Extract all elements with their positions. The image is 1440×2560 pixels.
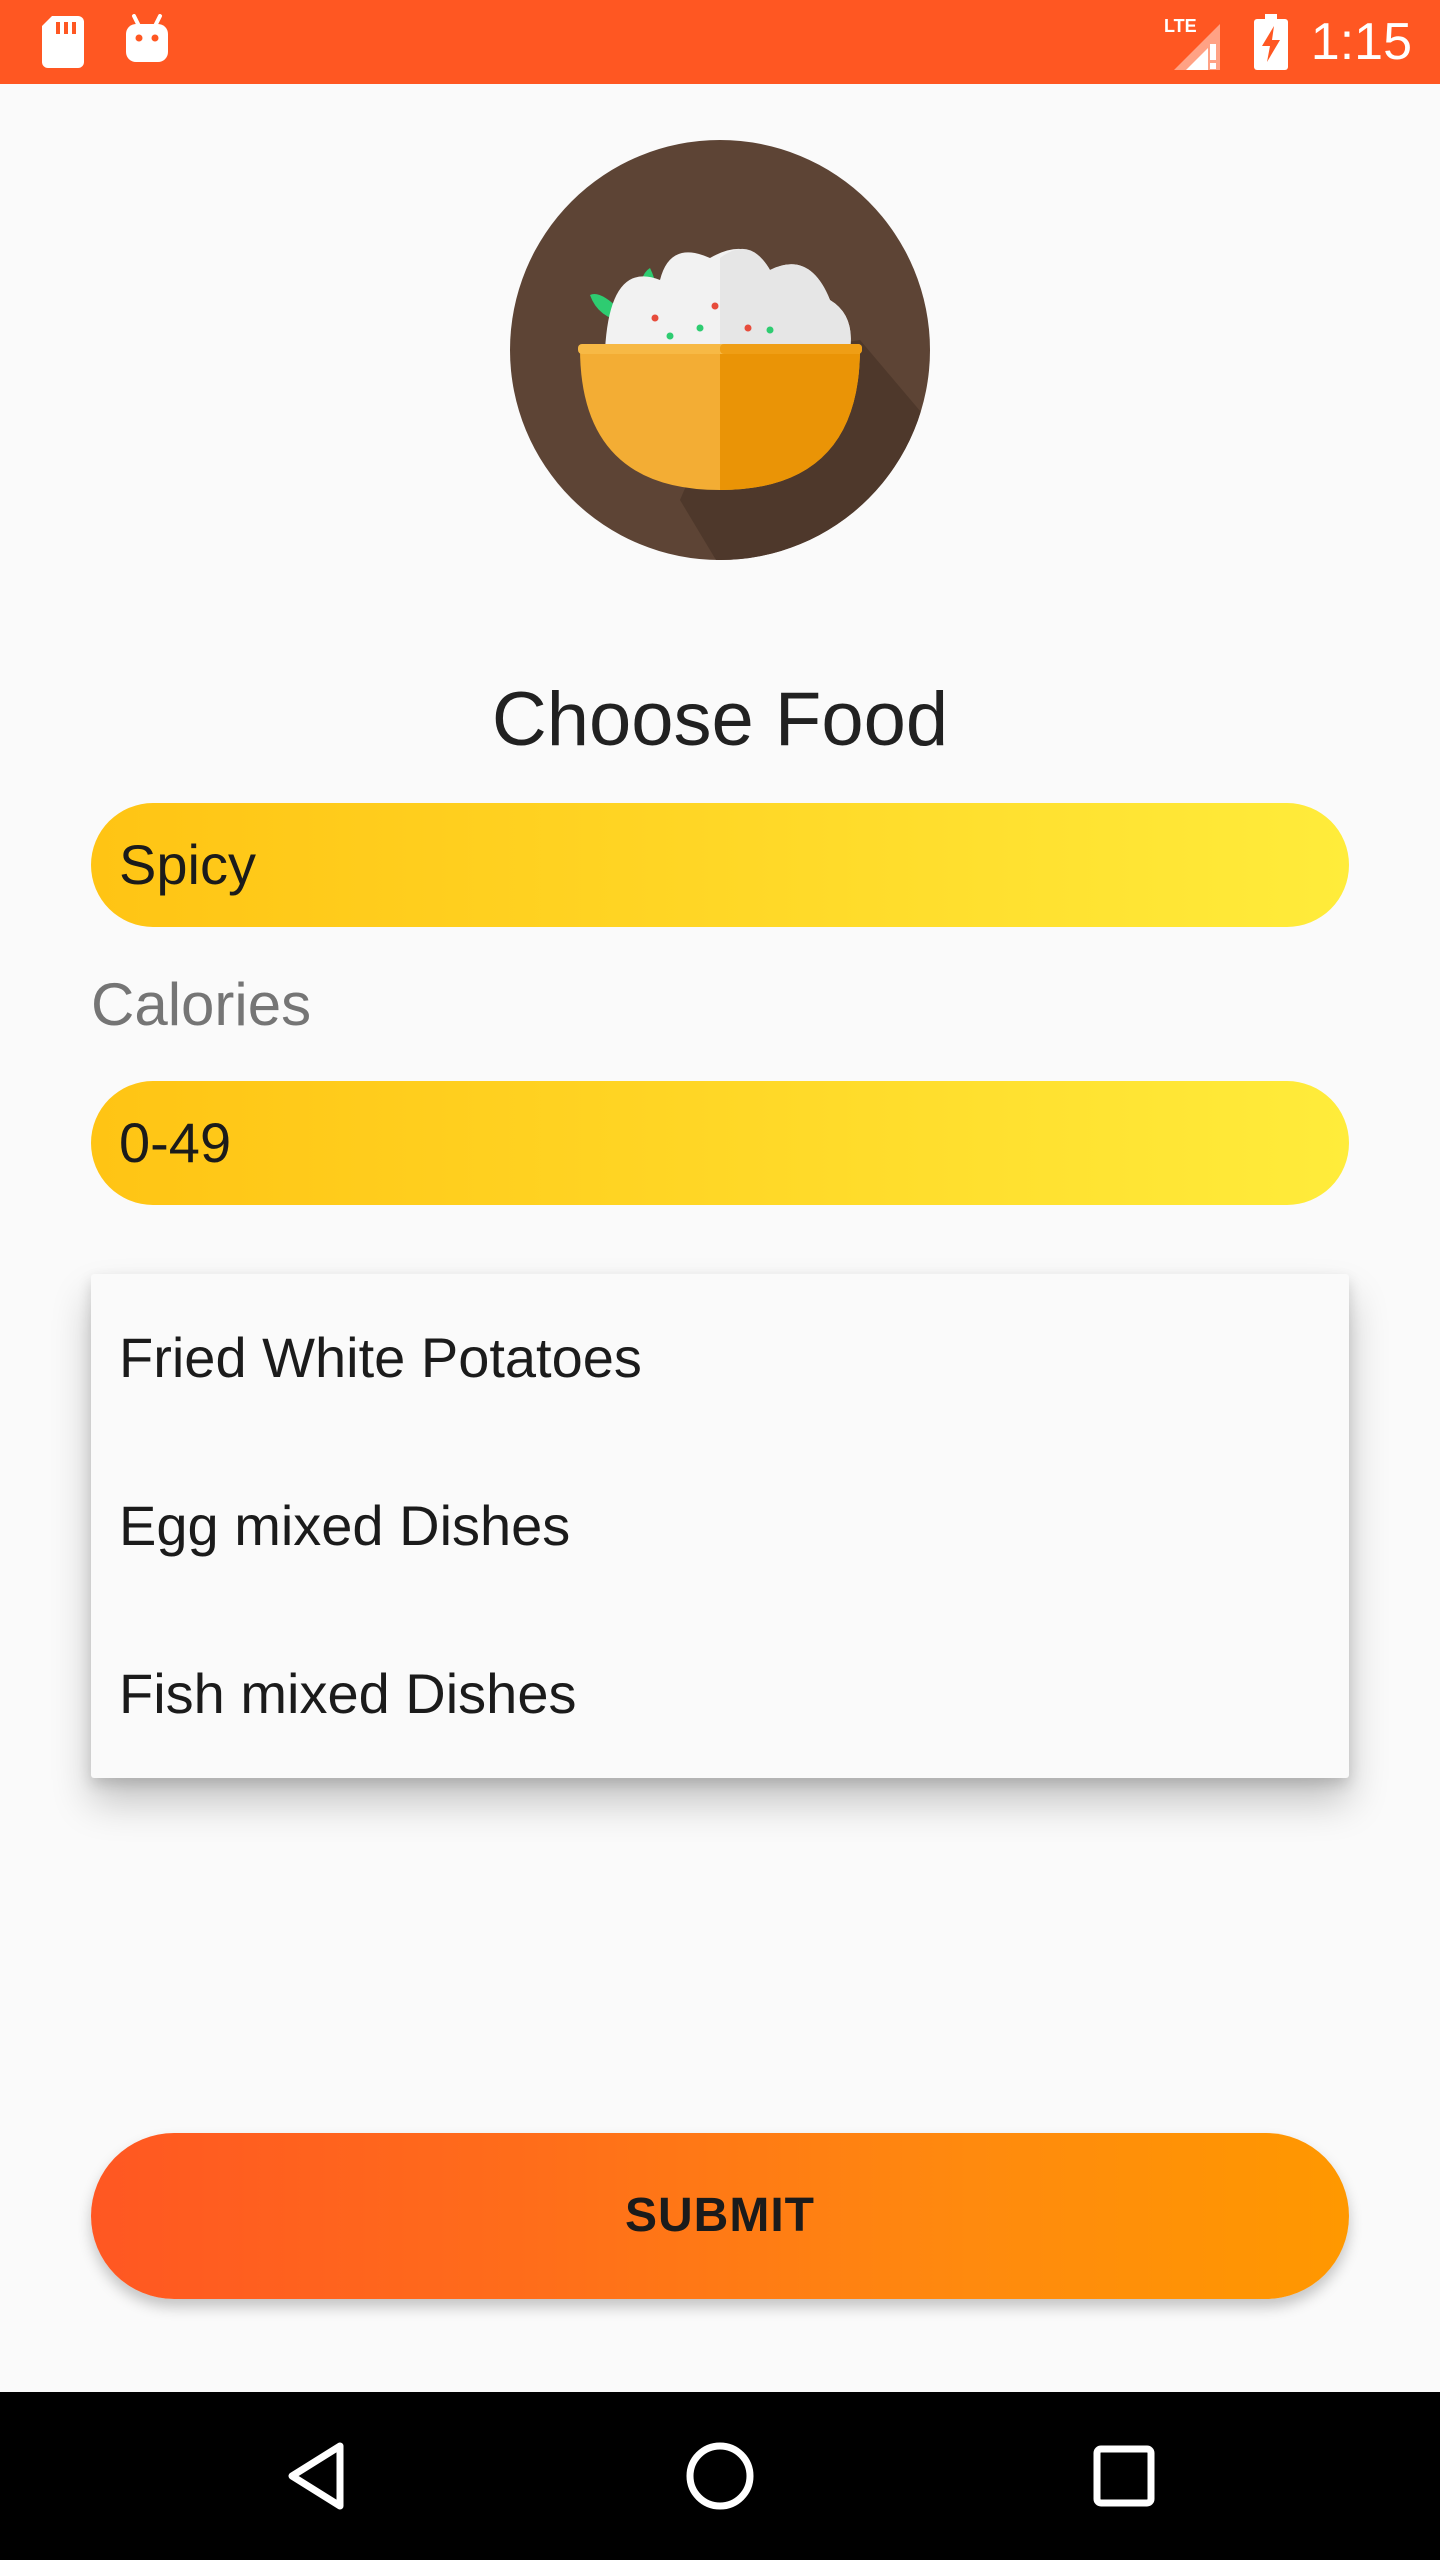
- calories-select[interactable]: 0-49: [91, 1081, 1349, 1205]
- submit-button[interactable]: SUBMIT: [91, 2133, 1349, 2299]
- food-dropdown-menu: Fried White Potatoes Egg mixed Dishes Fi…: [91, 1274, 1349, 1778]
- food-bowl-icon: [510, 140, 930, 560]
- dropdown-item[interactable]: Egg mixed Dishes: [91, 1442, 1349, 1610]
- page-title: Choose Food: [491, 677, 949, 762]
- dropdown-item[interactable]: Fried White Potatoes: [91, 1274, 1349, 1442]
- battery-charging-icon: [1254, 14, 1288, 70]
- sd-card-icon: [42, 16, 84, 68]
- dropdown-item[interactable]: Fish mixed Dishes: [91, 1610, 1349, 1778]
- navigation-bar: [0, 2392, 1440, 2560]
- calories-label: Calories: [91, 971, 312, 1038]
- back-icon[interactable]: [280, 2436, 360, 2516]
- status-time: 1:15: [1310, 13, 1412, 71]
- network-label: LTE: [1164, 16, 1197, 36]
- home-icon[interactable]: [680, 2436, 760, 2516]
- taste-select[interactable]: Spicy: [91, 803, 1349, 927]
- status-bar: LTE 1:15: [0, 0, 1440, 84]
- android-icon: [126, 14, 168, 62]
- signal-lte-icon: LTE: [1164, 16, 1220, 70]
- recents-icon[interactable]: [1084, 2436, 1164, 2516]
